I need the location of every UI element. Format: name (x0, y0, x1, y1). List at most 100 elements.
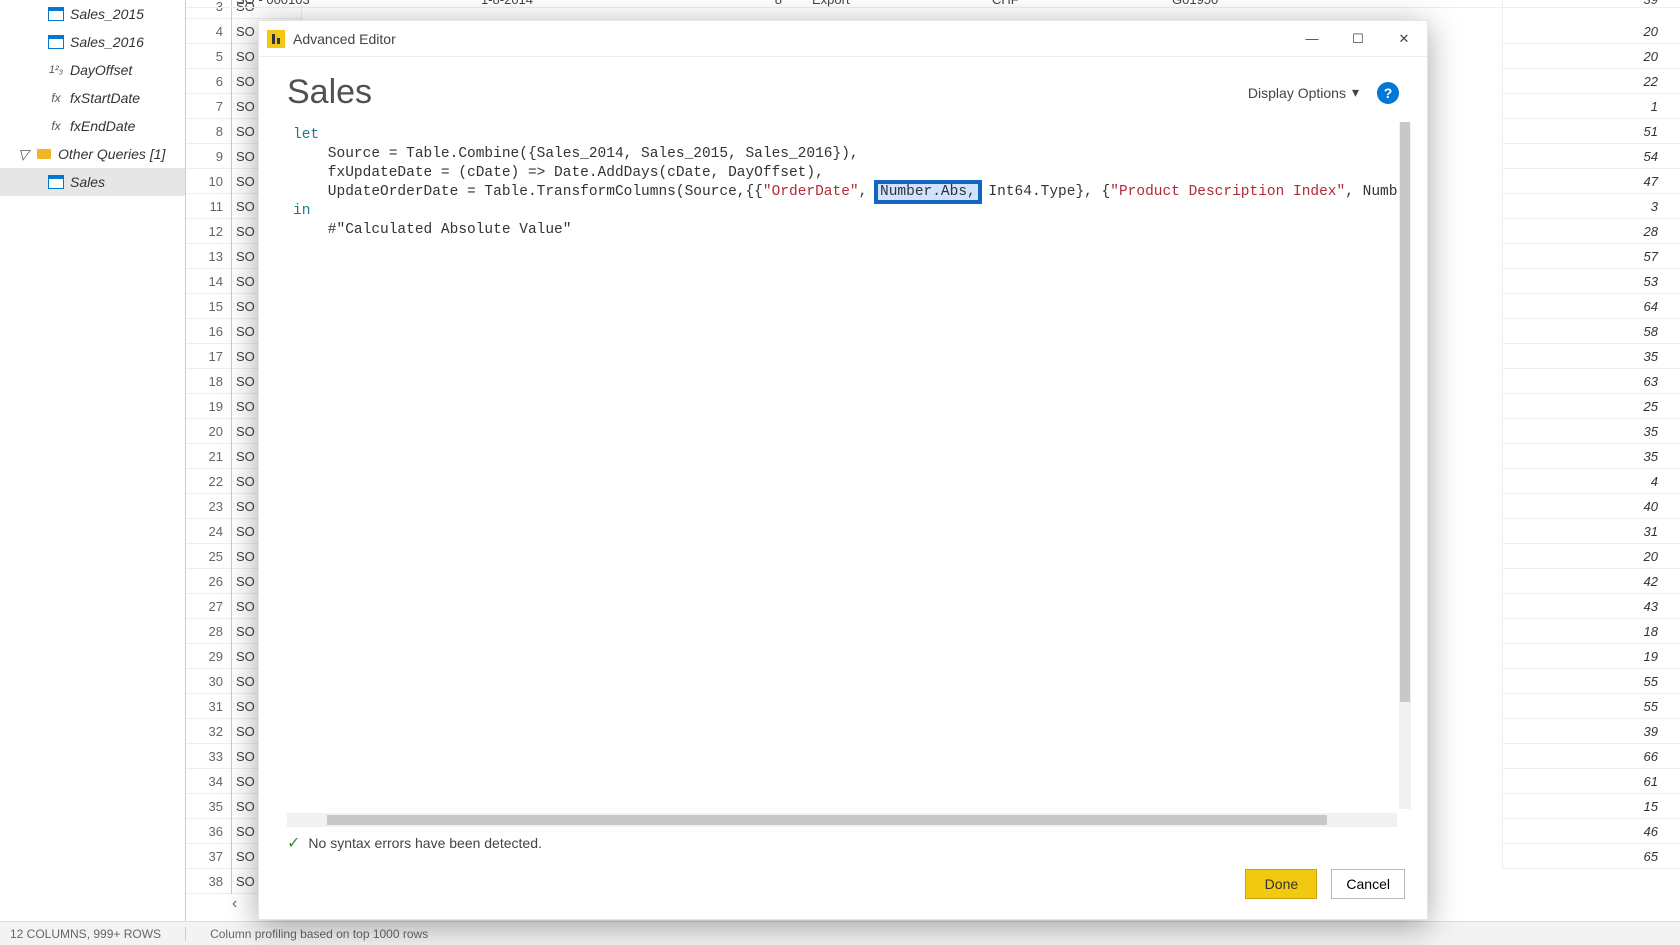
vertical-scrollbar[interactable] (1399, 122, 1411, 809)
row-number[interactable]: 17 (186, 344, 231, 369)
data-cell[interactable]: 22 (1503, 69, 1680, 94)
close-button[interactable]: ✕ (1381, 21, 1427, 57)
display-options-dropdown[interactable]: Display Options ▾ (1248, 84, 1359, 101)
row-number[interactable]: 24 (186, 519, 231, 544)
row-number[interactable]: 12 (186, 219, 231, 244)
tree-item-sales-2016[interactable]: Sales_2016 (0, 28, 185, 56)
data-cell[interactable]: 1 (1503, 94, 1680, 119)
data-cell[interactable]: 15 (1503, 794, 1680, 819)
row-number[interactable]: 37 (186, 844, 231, 869)
row-number[interactable]: 5 (186, 44, 231, 69)
row-number[interactable]: 18 (186, 369, 231, 394)
row-number[interactable]: 11 (186, 194, 231, 219)
done-button[interactable]: Done (1245, 869, 1317, 899)
row-number[interactable]: 23 (186, 494, 231, 519)
data-cell[interactable]: 20 (1503, 19, 1680, 44)
scroll-left-icon[interactable]: ‹ (232, 895, 252, 915)
data-cell[interactable]: 19 (1503, 644, 1680, 669)
data-cell[interactable]: 54 (1503, 144, 1680, 169)
scrollbar-thumb[interactable] (1400, 122, 1410, 702)
data-cell[interactable]: 35 (1503, 344, 1680, 369)
tree-item-dayoffset[interactable]: 1²₃ DayOffset (0, 56, 185, 84)
row-number[interactable]: 33 (186, 744, 231, 769)
function-icon: fx (48, 118, 64, 134)
row-number[interactable]: 30 (186, 669, 231, 694)
row-number[interactable]: 21 (186, 444, 231, 469)
tree-item-sales[interactable]: Sales (0, 168, 185, 196)
horizontal-scrollbar[interactable] (287, 813, 1397, 827)
row-number[interactable]: 20 (186, 419, 231, 444)
query-name-heading: Sales (287, 73, 372, 112)
data-cell[interactable]: 35 (1503, 444, 1680, 469)
row-number[interactable]: 14 (186, 269, 231, 294)
row-number[interactable]: 31 (186, 694, 231, 719)
data-cell[interactable]: 43 (1503, 594, 1680, 619)
row-number[interactable]: 34 (186, 769, 231, 794)
data-cell[interactable]: 63 (1503, 369, 1680, 394)
data-cell[interactable]: 20 (1503, 544, 1680, 569)
maximize-button[interactable]: ☐ (1335, 21, 1381, 57)
row-number[interactable]: 27 (186, 594, 231, 619)
data-cell[interactable]: 31 (1503, 519, 1680, 544)
data-cell[interactable]: 65 (1503, 844, 1680, 869)
tree-item-sales-2015[interactable]: Sales_2015 (0, 0, 185, 28)
data-cell[interactable]: 46 (1503, 819, 1680, 844)
data-cell[interactable]: 4 (1503, 469, 1680, 494)
row-number[interactable]: 4 (186, 19, 231, 44)
row-number[interactable]: 16 (186, 319, 231, 344)
data-cell[interactable]: 66 (1503, 744, 1680, 769)
help-button[interactable]: ? (1377, 82, 1399, 104)
tree-group-other-queries[interactable]: ▽ Other Queries [1] (0, 140, 185, 168)
tree-item-label: fxEndDate (70, 118, 135, 134)
data-cell[interactable]: 55 (1503, 669, 1680, 694)
folder-icon (36, 146, 52, 162)
data-cell[interactable]: 20 (1503, 44, 1680, 69)
row-number[interactable]: 26 (186, 569, 231, 594)
cancel-button[interactable]: Cancel (1331, 869, 1405, 899)
row-number[interactable]: 35 (186, 794, 231, 819)
tree-item-fxstartdate[interactable]: fx fxStartDate (0, 84, 185, 112)
data-cell[interactable]: 61 (1503, 769, 1680, 794)
tree-item-label: Sales_2016 (70, 34, 144, 50)
data-cell[interactable]: 18 (1503, 619, 1680, 644)
tree-item-label: DayOffset (70, 62, 132, 78)
data-cell[interactable]: 55 (1503, 694, 1680, 719)
tree-item-fxenddate[interactable]: fx fxEndDate (0, 112, 185, 140)
data-cell[interactable]: 47 (1503, 169, 1680, 194)
data-cell[interactable]: 51 (1503, 119, 1680, 144)
data-cell[interactable]: 40 (1503, 494, 1680, 519)
selected-text: Number.Abs, (876, 182, 980, 202)
code-editor[interactable]: let Source = Table.Combine({Sales_2014, … (287, 122, 1397, 809)
row-number[interactable]: 8 (186, 119, 231, 144)
data-cell[interactable]: 39 (1503, 719, 1680, 744)
number-icon: 1²₃ (48, 62, 64, 78)
row-number[interactable]: 36 (186, 819, 231, 844)
powerbi-icon (267, 30, 285, 48)
row-number[interactable]: 10 (186, 169, 231, 194)
data-cell[interactable]: 53 (1503, 269, 1680, 294)
row-number[interactable]: 7 (186, 94, 231, 119)
scrollbar-thumb[interactable] (327, 815, 1327, 825)
row-number[interactable]: 29 (186, 644, 231, 669)
row-number[interactable]: 13 (186, 244, 231, 269)
data-cell[interactable]: 3 (1503, 194, 1680, 219)
data-cell[interactable]: 64 (1503, 294, 1680, 319)
data-cell[interactable]: 28 (1503, 219, 1680, 244)
row-number[interactable]: 19 (186, 394, 231, 419)
row-number[interactable]: 15 (186, 294, 231, 319)
data-cell[interactable]: 57 (1503, 244, 1680, 269)
data-cell[interactable]: 25 (1503, 394, 1680, 419)
row-number[interactable]: 9 (186, 144, 231, 169)
tree-item-label: Sales_2015 (70, 6, 144, 22)
row-number[interactable]: 22 (186, 469, 231, 494)
dialog-titlebar: Advanced Editor — ☐ ✕ (259, 21, 1427, 57)
row-number[interactable]: 6 (186, 69, 231, 94)
row-number[interactable]: 38 (186, 869, 231, 894)
data-cell[interactable]: 58 (1503, 319, 1680, 344)
minimize-button[interactable]: — (1289, 21, 1335, 57)
data-cell[interactable]: 42 (1503, 569, 1680, 594)
row-number[interactable]: 25 (186, 544, 231, 569)
row-number[interactable]: 32 (186, 719, 231, 744)
row-number[interactable]: 28 (186, 619, 231, 644)
data-cell[interactable]: 35 (1503, 419, 1680, 444)
